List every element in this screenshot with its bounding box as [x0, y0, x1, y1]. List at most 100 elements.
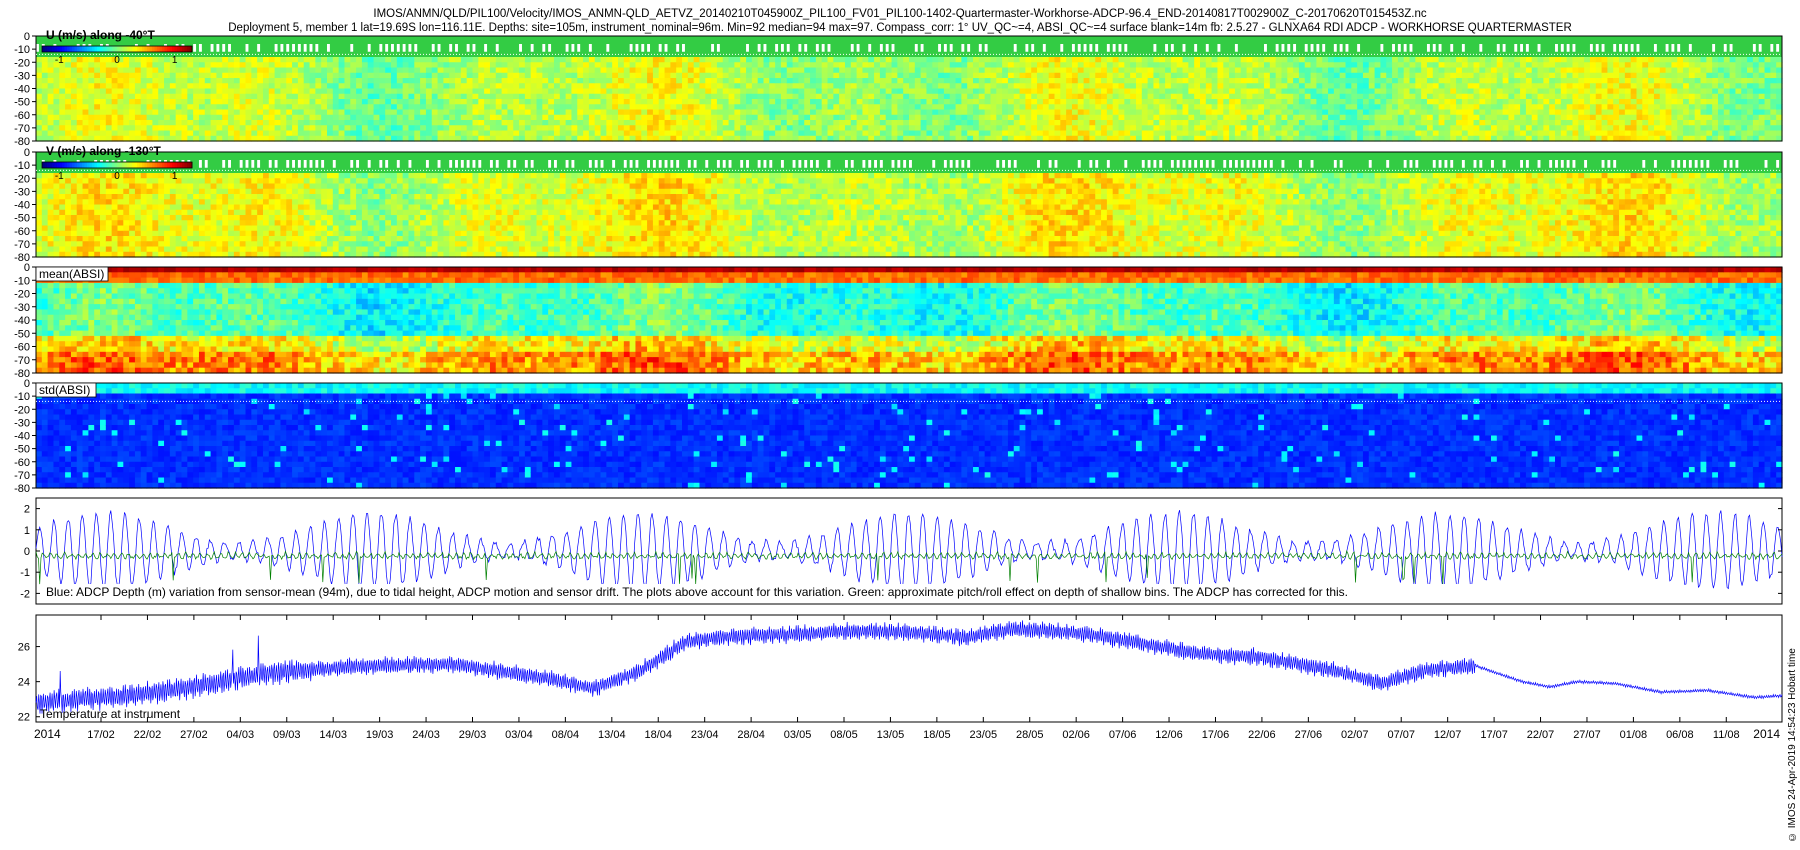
heatmap-cell: [1770, 99, 1776, 105]
missing-data-stripe: [1561, 44, 1564, 52]
heatmap-cell: [682, 73, 688, 79]
heatmap-cell: [211, 110, 217, 116]
heatmap-cell: [251, 94, 257, 100]
heatmap-cell: [793, 131, 799, 137]
heatmap-cell: [1188, 104, 1194, 110]
heatmap-cell: [665, 78, 671, 84]
heatmap-cell: [449, 120, 455, 126]
heatmap-cell: [467, 125, 473, 131]
heatmap-cell: [950, 99, 956, 105]
heatmap-cell: [420, 62, 426, 68]
heatmap-cell: [1503, 110, 1509, 116]
heatmap-cell: [1543, 125, 1549, 131]
heatmap-cell: [83, 68, 89, 74]
heatmap-cell: [71, 99, 77, 105]
heatmap-cell: [263, 68, 269, 74]
heatmap-cell: [804, 78, 810, 84]
heatmap-cell: [525, 57, 531, 63]
heatmap-cell: [1369, 99, 1375, 105]
heatmap-cell: [193, 131, 199, 137]
heatmap-cell: [1258, 94, 1264, 100]
heatmap-cell: [403, 131, 409, 137]
heatmap-cell: [571, 57, 577, 63]
heatmap-cell: [612, 83, 618, 89]
heatmap-cell: [1002, 99, 1008, 105]
heatmap-cell: [339, 115, 345, 121]
heatmap-cell: [397, 73, 403, 79]
heatmap-cell: [1025, 68, 1031, 74]
heatmap-cell: [1590, 120, 1596, 126]
heatmap-cell: [1072, 99, 1078, 105]
heatmap-cell: [1241, 73, 1247, 79]
heatmap-cell: [828, 104, 834, 110]
heatmap-cell: [1247, 94, 1253, 100]
heatmap-cell: [1200, 57, 1206, 63]
heatmap-cell: [187, 125, 193, 131]
heatmap-cell: [1020, 104, 1026, 110]
heatmap-cell: [1351, 83, 1357, 89]
heatmap-cell: [950, 104, 956, 110]
heatmap-cell: [618, 94, 624, 100]
heatmap-cell: [1479, 115, 1485, 121]
heatmap-cell: [304, 68, 310, 74]
heatmap-cell: [321, 57, 327, 63]
heatmap-cell: [1683, 125, 1689, 131]
heatmap-cell: [1392, 68, 1398, 74]
heatmap-cell: [694, 62, 700, 68]
missing-data-stripe: [711, 44, 714, 52]
heatmap-cell: [1363, 110, 1369, 116]
heatmap-cell: [251, 73, 257, 79]
heatmap-cell: [1462, 94, 1468, 100]
heatmap-cell: [746, 131, 752, 137]
heatmap-cell: [1671, 104, 1677, 110]
heatmap-cell: [48, 115, 54, 121]
heatmap-cell: [868, 94, 874, 100]
heatmap-cell: [1299, 89, 1305, 95]
heatmap-cell: [170, 78, 176, 84]
heatmap-cell: [1212, 73, 1218, 79]
heatmap-cell: [641, 73, 647, 79]
missing-data-stripe: [1334, 44, 1337, 52]
heatmap-cell: [938, 78, 944, 84]
heatmap-cell: [48, 83, 54, 89]
heatmap-cell: [502, 57, 508, 63]
heatmap-cell: [1200, 104, 1206, 110]
heatmap-cell: [1625, 62, 1631, 68]
heatmap-cell: [967, 120, 973, 126]
heatmap-cell: [554, 115, 560, 121]
heatmap-cell: [1549, 94, 1555, 100]
heatmap-cell: [810, 110, 816, 116]
heatmap-cell: [53, 115, 59, 121]
heatmap-cell: [507, 104, 513, 110]
heatmap-cell: [851, 83, 857, 89]
heatmap-cell: [193, 94, 199, 100]
heatmap-cell: [333, 110, 339, 116]
heatmap-cell: [1357, 125, 1363, 131]
heatmap-cell: [1229, 78, 1235, 84]
heatmap-cell: [1340, 68, 1346, 74]
heatmap-cell: [1479, 125, 1485, 131]
heatmap-cell: [630, 131, 636, 137]
heatmap-cell: [764, 131, 770, 137]
heatmap-cell: [170, 104, 176, 110]
heatmap-cell: [1066, 78, 1072, 84]
heatmap-cell: [292, 120, 298, 126]
heatmap-cell: [734, 68, 740, 74]
heatmap-cell: [1456, 115, 1462, 121]
heatmap-cell: [1124, 131, 1130, 137]
heatmap-cell: [676, 110, 682, 116]
heatmap-cell: [333, 68, 339, 74]
heatmap-cell: [1468, 89, 1474, 95]
heatmap-cell: [1718, 125, 1724, 131]
heatmap-cell: [310, 78, 316, 84]
heatmap-cell: [1107, 89, 1113, 95]
heatmap-cell: [1346, 115, 1352, 121]
heatmap-cell: [787, 120, 793, 126]
heatmap-cell: [699, 83, 705, 89]
heatmap-cell: [1235, 125, 1241, 131]
heatmap-cell: [1264, 83, 1270, 89]
heatmap-cell: [880, 94, 886, 100]
heatmap-cell: [1089, 115, 1095, 121]
heatmap-cell: [240, 78, 246, 84]
heatmap-cell: [996, 83, 1002, 89]
